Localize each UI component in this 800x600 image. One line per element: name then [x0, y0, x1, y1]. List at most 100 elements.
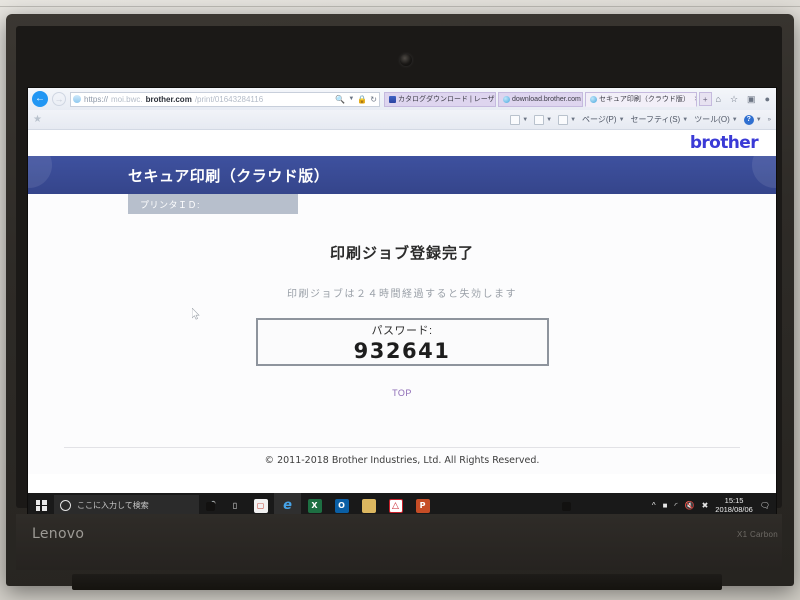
mail-icon [534, 114, 545, 125]
laptop-body: ← → https://moi.bwc. brother.com/print/01… [6, 14, 794, 590]
web-page-content: brother セキュア印刷（クラウド版） プリンタＩＤ: 印刷ジョブ登録完了 … [28, 130, 776, 474]
address-bar[interactable]: https://moi.bwc. brother.com/print/016432… [70, 91, 380, 107]
store-icon: ▢ [253, 498, 268, 513]
webcam-icon [400, 54, 412, 66]
printer-icon [558, 114, 569, 125]
system-tray: ^ ■ ◜ 🔇 ✖ 15:15 2018/08/06 🗨 [652, 496, 776, 514]
page-banner: セキュア印刷（クラウド版） [28, 156, 776, 194]
brother-logo: brother [689, 133, 759, 153]
feeds-button[interactable]: ▼ [510, 114, 528, 125]
start-button[interactable] [28, 500, 54, 511]
tab-strip: カタログダウンロード | レーザープ... download.brother.c… [384, 91, 712, 107]
chevron-down-icon[interactable]: ▼ [522, 117, 528, 123]
printer-id-bar: プリンタＩＤ: [128, 194, 298, 214]
forward-button[interactable]: → [52, 92, 66, 106]
print-button[interactable]: ▼ [558, 114, 576, 125]
chevron-down-icon[interactable]: ▼ [756, 117, 762, 123]
tab-favicon-icon [589, 95, 597, 103]
tab-label: セキュア印刷（クラウド版） [598, 96, 690, 103]
chevron-down-icon[interactable]: ▼ [570, 117, 576, 123]
tab-download-brother[interactable]: download.brother.com [498, 91, 583, 107]
footer-divider [64, 447, 740, 448]
chevron-down-icon[interactable]: ▼ [682, 117, 688, 123]
url-subdomain: moi.bwc. [111, 94, 143, 104]
wall-seam [0, 6, 800, 7]
hinge-screw-left [206, 502, 215, 511]
wifi-icon[interactable]: ◜ [675, 501, 678, 510]
window-controls: ⌂ ☆ ▣ ● [716, 94, 772, 105]
favorites-bar-star-icon[interactable]: ★ [33, 114, 42, 125]
url-domain: brother.com [145, 94, 192, 104]
chevron-down-icon[interactable]: ▼ [348, 96, 354, 102]
rss-icon [510, 114, 521, 125]
internet-explorer-icon: e [283, 498, 292, 513]
address-bar-icons: 🔍 ▼ 🔒 ↻ [335, 95, 377, 104]
menu-page[interactable]: ページ(P) ▼ [582, 114, 624, 125]
lock-icon: 🔒 [357, 94, 368, 104]
tab-label: カタログダウンロード | レーザープ... [398, 96, 495, 103]
lenovo-brand-label: Lenovo [32, 526, 85, 542]
search-icon[interactable]: 🔍 [335, 95, 345, 104]
menu-safety-label: セーフティ(S) [630, 115, 681, 124]
favorites-star-icon[interactable]: ☆ [730, 94, 738, 105]
mouse-cursor [192, 308, 200, 320]
battery-icon[interactable]: ■ [663, 501, 668, 510]
powerpoint-icon: P [415, 498, 430, 513]
menu-help[interactable]: ? ▼ [743, 114, 762, 125]
onedrive-offline-icon[interactable]: ✖ [702, 501, 709, 510]
menu-tools-label: ツール(O) [694, 115, 730, 124]
browser-chrome: ← → https://moi.bwc. brother.com/print/01… [28, 88, 776, 130]
hinge-screw-right [562, 502, 571, 511]
menu-safety[interactable]: セーフティ(S) ▼ [631, 114, 689, 125]
job-complete-heading: 印刷ジョブ登録完了 [329, 245, 474, 262]
menu-page-label: ページ(P) [582, 115, 617, 124]
refresh-icon[interactable]: ↻ [370, 95, 377, 104]
chevron-down-icon[interactable]: ▼ [546, 117, 552, 123]
laptop-base [16, 514, 782, 570]
command-bar: ▼ ▼ ▼ ページ(P) ▼ セーフティ(S) ▼ ツール(O) ▼ ? ▼ » [510, 114, 771, 125]
photograph-of-laptop: ← → https://moi.bwc. brother.com/print/01… [0, 0, 800, 600]
browser-command-row: ★ ▼ ▼ ▼ ページ(P) ▼ セーフティ(S) ▼ ツール(O) ▼ ? ▼… [28, 110, 776, 130]
search-placeholder: ここに入力して検索 [77, 501, 149, 510]
excel-icon: X [307, 498, 322, 513]
tab-label: download.brother.com [512, 95, 581, 103]
page-title: セキュア印刷（クラウド版） [128, 167, 330, 185]
reading-view-icon[interactable]: ▣ [747, 94, 756, 105]
clock[interactable]: 15:15 2018/08/06 [715, 496, 753, 514]
site-favicon [73, 95, 81, 103]
search-input[interactable]: ここに入力して検索 [54, 495, 199, 516]
help-icon: ? [743, 114, 754, 125]
url-path: /print/01643284116 [194, 94, 264, 104]
main-content: 印刷ジョブ登録完了 印刷ジョブは２４時間経過すると失効します パスワード: 93… [28, 242, 776, 398]
folder-icon [361, 498, 376, 513]
outlook-icon: O [334, 498, 349, 513]
browser-address-row: ← → https://moi.bwc. brother.com/print/01… [28, 88, 776, 110]
copyright-text: © 2011-2018 Brother Industries, Ltd. All… [264, 455, 540, 466]
tab-favicon-icon [503, 95, 510, 103]
laptop-screen: ← → https://moi.bwc. brother.com/print/01… [28, 88, 776, 518]
readmail-button[interactable]: ▼ [534, 114, 552, 125]
tab-secure-print[interactable]: セキュア印刷（クラウド版） ✕ [584, 91, 697, 107]
windows-logo-icon [35, 500, 47, 511]
close-icon[interactable]: ✕ [694, 95, 696, 103]
menu-tools[interactable]: ツール(O) ▼ [694, 114, 738, 125]
password-value: 932641 [353, 338, 451, 363]
new-tab-button[interactable]: + [698, 92, 712, 106]
adobe-reader-icon: △ [388, 498, 403, 513]
overflow-icon[interactable]: » [768, 117, 771, 123]
chevron-down-icon[interactable]: ▼ [732, 117, 738, 123]
top-link[interactable]: TOP [28, 388, 776, 398]
action-center-icon[interactable]: 🗨 [760, 501, 770, 510]
keyboard-edge [72, 574, 722, 590]
chevron-up-icon[interactable]: ^ [652, 501, 656, 510]
logo-row: brother [28, 130, 776, 156]
chevron-down-icon[interactable]: ▼ [619, 117, 625, 123]
clock-date: 2018/08/06 [715, 504, 753, 514]
back-button[interactable]: ← [32, 91, 48, 107]
home-icon[interactable]: ⌂ [716, 94, 721, 104]
password-box: パスワード: 932641 [255, 318, 549, 366]
settings-gear-icon[interactable]: ● [765, 94, 770, 104]
volume-muted-icon[interactable]: 🔇 [685, 501, 695, 510]
tab-catalog-download[interactable]: カタログダウンロード | レーザープ... [384, 91, 496, 107]
cortana-icon [60, 500, 71, 511]
